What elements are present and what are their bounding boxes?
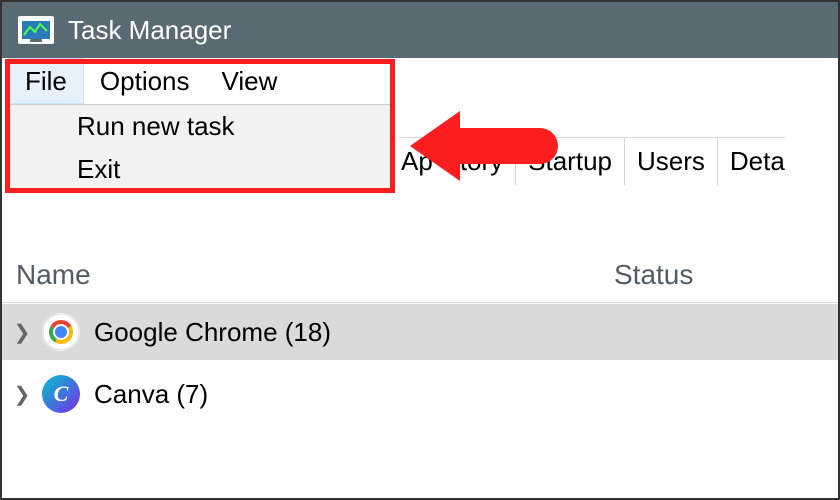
menu-view[interactable]: View: [206, 58, 294, 104]
window-titlebar: Task Manager: [2, 2, 838, 58]
chrome-icon: [42, 313, 80, 351]
chevron-right-icon[interactable]: ❯: [2, 382, 42, 407]
canva-icon: C: [42, 375, 80, 413]
process-name: Google Chrome (18): [94, 317, 331, 348]
menubar: File Options View: [2, 58, 838, 104]
file-dropdown: Run new task Exit: [8, 104, 392, 192]
tab-partial-history[interactable]: story: [445, 137, 516, 185]
menu-options[interactable]: Options: [84, 58, 206, 104]
taskmgr-icon: [18, 16, 54, 44]
tab-users[interactable]: Users: [624, 137, 718, 185]
tab-partial-details[interactable]: Deta: [717, 137, 785, 185]
tab-startup[interactable]: Startup: [515, 137, 625, 185]
menu-file[interactable]: File: [8, 58, 84, 104]
process-name: Canva (7): [94, 379, 208, 410]
chevron-right-icon[interactable]: ❯: [2, 320, 42, 345]
menuitem-exit[interactable]: Exit: [9, 148, 391, 191]
menuitem-run-new-task[interactable]: Run new task: [9, 105, 391, 148]
window-title: Task Manager: [68, 15, 231, 46]
column-name[interactable]: Name: [2, 259, 600, 291]
column-headers: Name Status: [2, 247, 838, 303]
process-row-chrome[interactable]: ❯ Google Chrome (18): [2, 304, 838, 360]
tab-partial-app[interactable]: Ap: [399, 137, 446, 185]
column-status[interactable]: Status: [600, 259, 693, 291]
process-row-canva[interactable]: ❯ C Canva (7): [2, 366, 838, 422]
